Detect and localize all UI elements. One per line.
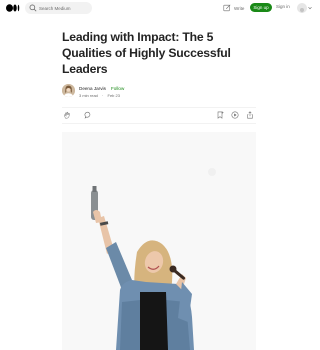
signin-link[interactable]: Sign in bbox=[276, 4, 290, 9]
divider bbox=[62, 123, 256, 124]
medium-logo-icon[interactable] bbox=[6, 4, 20, 12]
author-photo bbox=[62, 84, 75, 97]
write-icon bbox=[223, 4, 231, 12]
meta-separator: · bbox=[102, 93, 104, 98]
clap-icon[interactable] bbox=[63, 111, 71, 119]
comment-icon[interactable] bbox=[84, 111, 92, 119]
publish-date: Feb 23 bbox=[107, 93, 120, 98]
hero-image bbox=[62, 132, 256, 350]
search-icon bbox=[29, 4, 37, 12]
signup-button[interactable]: Sign up bbox=[250, 3, 272, 12]
read-time: 3 min read bbox=[79, 93, 98, 98]
author-name[interactable]: Deena Jarvis bbox=[79, 86, 106, 91]
search-bar[interactable] bbox=[25, 2, 92, 14]
author-avatar[interactable] bbox=[62, 84, 75, 97]
share-icon[interactable] bbox=[246, 111, 254, 119]
listen-icon[interactable] bbox=[231, 111, 239, 119]
top-nav: Write Sign up Sign in bbox=[0, 0, 318, 17]
user-avatar-icon bbox=[300, 8, 304, 13]
article-meta: 3 min read · Feb 23 bbox=[79, 93, 123, 98]
hero-photo bbox=[62, 132, 256, 350]
user-avatar[interactable] bbox=[297, 3, 307, 13]
article-title: Leading with Impact: The 5 Qualities of … bbox=[62, 30, 231, 76]
bookmark-icon[interactable] bbox=[216, 111, 224, 119]
divider bbox=[62, 107, 256, 108]
chevron-down-icon[interactable] bbox=[308, 6, 312, 10]
follow-button[interactable]: Follow bbox=[111, 86, 124, 91]
byline-separator: · bbox=[105, 86, 107, 91]
search-input[interactable] bbox=[39, 3, 89, 13]
signup-label: Sign up bbox=[253, 5, 269, 10]
write-label: Write bbox=[234, 5, 245, 11]
write-button[interactable]: Write bbox=[223, 3, 244, 13]
